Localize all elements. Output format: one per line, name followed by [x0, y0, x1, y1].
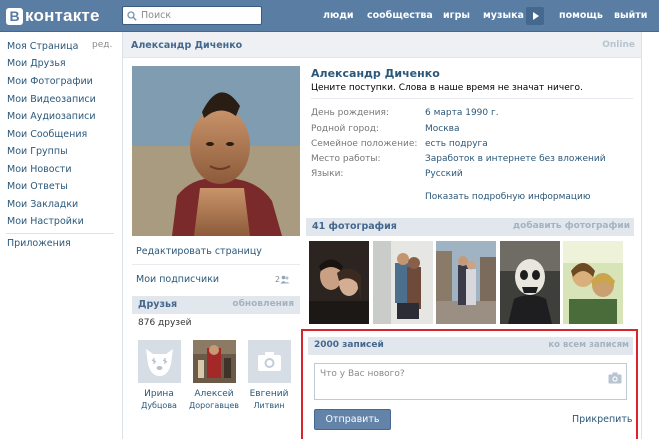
add-photos-link[interactable]: добавить фотографии	[513, 221, 630, 231]
sidebar-item-news[interactable]: Мои Новости	[7, 162, 72, 178]
photo-thumbnail[interactable]	[373, 241, 433, 324]
subscribers-link[interactable]: Мои подписчики	[136, 274, 219, 285]
people-icon	[280, 275, 290, 284]
sidebar-item-groups[interactable]: Мои Группы	[7, 144, 68, 160]
profile-header-name: Александр Диченко	[131, 40, 243, 51]
all-posts-link[interactable]: ко всем записям	[548, 340, 629, 350]
sidebar-item-bookmarks[interactable]: Мои Закладки	[7, 197, 78, 213]
info-label-languages: Языки:	[311, 169, 344, 179]
sidebar-item-friends[interactable]: Мои Друзья	[7, 56, 66, 72]
info-divider	[311, 98, 633, 99]
nav-people[interactable]: люди	[323, 0, 354, 32]
profile-avatar[interactable]	[132, 66, 300, 236]
profile-name: Александр Диченко	[311, 67, 440, 80]
sidebar-item-photos[interactable]: Мои Фотографии	[7, 74, 93, 90]
photos-block-header[interactable]: 41 фотография добавить фотографии	[306, 218, 634, 236]
friend-avatar[interactable]	[247, 340, 291, 383]
music-play-button[interactable]	[526, 7, 544, 25]
edit-page-link[interactable]: Редактировать страницу	[136, 246, 262, 257]
wall-post-input[interactable]	[320, 369, 600, 393]
logo-letter: В	[6, 7, 23, 25]
photo-image	[500, 241, 560, 324]
sidebar-item-my-page[interactable]: Моя Страница	[7, 39, 78, 55]
info-label-work: Место работы:	[311, 154, 381, 164]
wall-post-block: 2000 записей ко всем записям Отправить П…	[301, 329, 638, 439]
friends-count: 876 друзей	[138, 318, 192, 328]
sidebar-edit-link[interactable]: ред.	[92, 40, 112, 50]
friend-photo	[192, 340, 236, 383]
profile-status-text[interactable]: Цените поступки. Слова в наше время не з…	[311, 83, 583, 93]
nav-logout[interactable]: выйти	[614, 0, 647, 32]
friends-updates-link[interactable]: обновления	[232, 299, 294, 309]
left-divider	[132, 264, 300, 265]
friend-card[interactable]: Алексей Дорогавцев	[189, 340, 239, 411]
friend-first-name[interactable]: Ирина	[134, 389, 184, 400]
info-value-birthday[interactable]: 6 марта 1990 г.	[425, 108, 499, 118]
wall-post-field[interactable]	[314, 363, 627, 400]
search-box[interactable]	[122, 6, 262, 25]
wall-posts-count[interactable]: 2000 записей	[314, 340, 384, 350]
info-label-relationship: Семейное положение:	[311, 139, 418, 149]
friends-block-header[interactable]: Друзья обновления	[132, 296, 300, 314]
info-value-relationship[interactable]: есть подруга	[425, 139, 488, 149]
sidebar-divider	[6, 233, 114, 234]
nav-games[interactable]: игры	[443, 0, 470, 32]
info-value-work[interactable]: Заработок в интернете без вложений	[425, 154, 606, 164]
friend-first-name[interactable]: Евгений	[244, 389, 294, 400]
attach-link[interactable]: Прикрепить	[572, 414, 632, 425]
photo-thumbnail[interactable]	[309, 241, 369, 324]
default-dog-avatar-icon	[137, 340, 181, 383]
photo-image	[373, 241, 433, 324]
photos-title[interactable]: 41 фотография	[312, 221, 397, 232]
nav-music[interactable]: музыка	[483, 0, 524, 32]
wall-header[interactable]: 2000 записей ко всем записям	[308, 337, 633, 355]
vk-logo[interactable]: В контакте	[6, 4, 100, 28]
show-more-info-link[interactable]: Показать подробную информацию	[425, 192, 590, 202]
sidebar-item-apps[interactable]: Приложения	[7, 236, 71, 252]
photo-thumbnail[interactable]	[563, 241, 623, 324]
play-icon	[533, 12, 539, 20]
info-value-hometown[interactable]: Москва	[425, 124, 459, 134]
subscribers-count[interactable]: 2	[275, 275, 290, 284]
online-status: Online	[602, 40, 635, 50]
sidebar-item-settings[interactable]: Мои Настройки	[7, 214, 84, 230]
sidebar-item-videos[interactable]: Мои Видеозаписи	[7, 92, 96, 108]
search-icon	[127, 10, 137, 21]
sidebar-item-messages[interactable]: Мои Сообщения	[7, 127, 87, 143]
friend-last-name[interactable]: Дорогавцев	[189, 400, 239, 411]
info-label-birthday: День рождения:	[311, 108, 389, 118]
search-input[interactable]	[141, 10, 251, 21]
info-label-hometown: Родной город:	[311, 124, 379, 134]
friend-card[interactable]: Ирина Дубцова	[134, 340, 184, 411]
friend-first-name[interactable]: Алексей	[189, 389, 239, 400]
friend-avatar[interactable]	[192, 340, 236, 383]
friend-last-name[interactable]: Литвин	[244, 400, 294, 411]
friend-avatar[interactable]	[137, 340, 181, 383]
friend-last-name[interactable]: Дубцова	[134, 400, 184, 411]
friends-title[interactable]: Друзья	[138, 299, 177, 310]
nav-communities[interactable]: сообщества	[367, 0, 433, 32]
top-header: В контакте люди сообщества игры музыка п…	[0, 0, 659, 32]
photo-thumbnail[interactable]	[436, 241, 496, 324]
logo-text: контакте	[25, 6, 100, 25]
photo-image	[563, 241, 623, 324]
sidebar-item-answers[interactable]: Мои Ответы	[7, 179, 68, 195]
avatar-photo	[132, 66, 300, 236]
camera-icon[interactable]	[608, 372, 622, 384]
sidebar-item-audio[interactable]: Мои Аудиозаписи	[7, 109, 96, 125]
photo-image	[436, 241, 496, 324]
friend-card[interactable]: Евгений Литвин	[244, 340, 294, 411]
send-button[interactable]: Отправить	[314, 409, 391, 430]
profile-main: Александр Диченко Online Редактировать с…	[122, 32, 642, 439]
default-camera-avatar-icon	[247, 340, 291, 383]
info-value-languages[interactable]: Русский	[425, 169, 463, 179]
photo-image	[309, 241, 369, 324]
nav-help[interactable]: помощь	[559, 0, 603, 32]
photo-thumbnail[interactable]	[500, 241, 560, 324]
profile-header-bar: Александр Диченко Online	[123, 32, 641, 58]
